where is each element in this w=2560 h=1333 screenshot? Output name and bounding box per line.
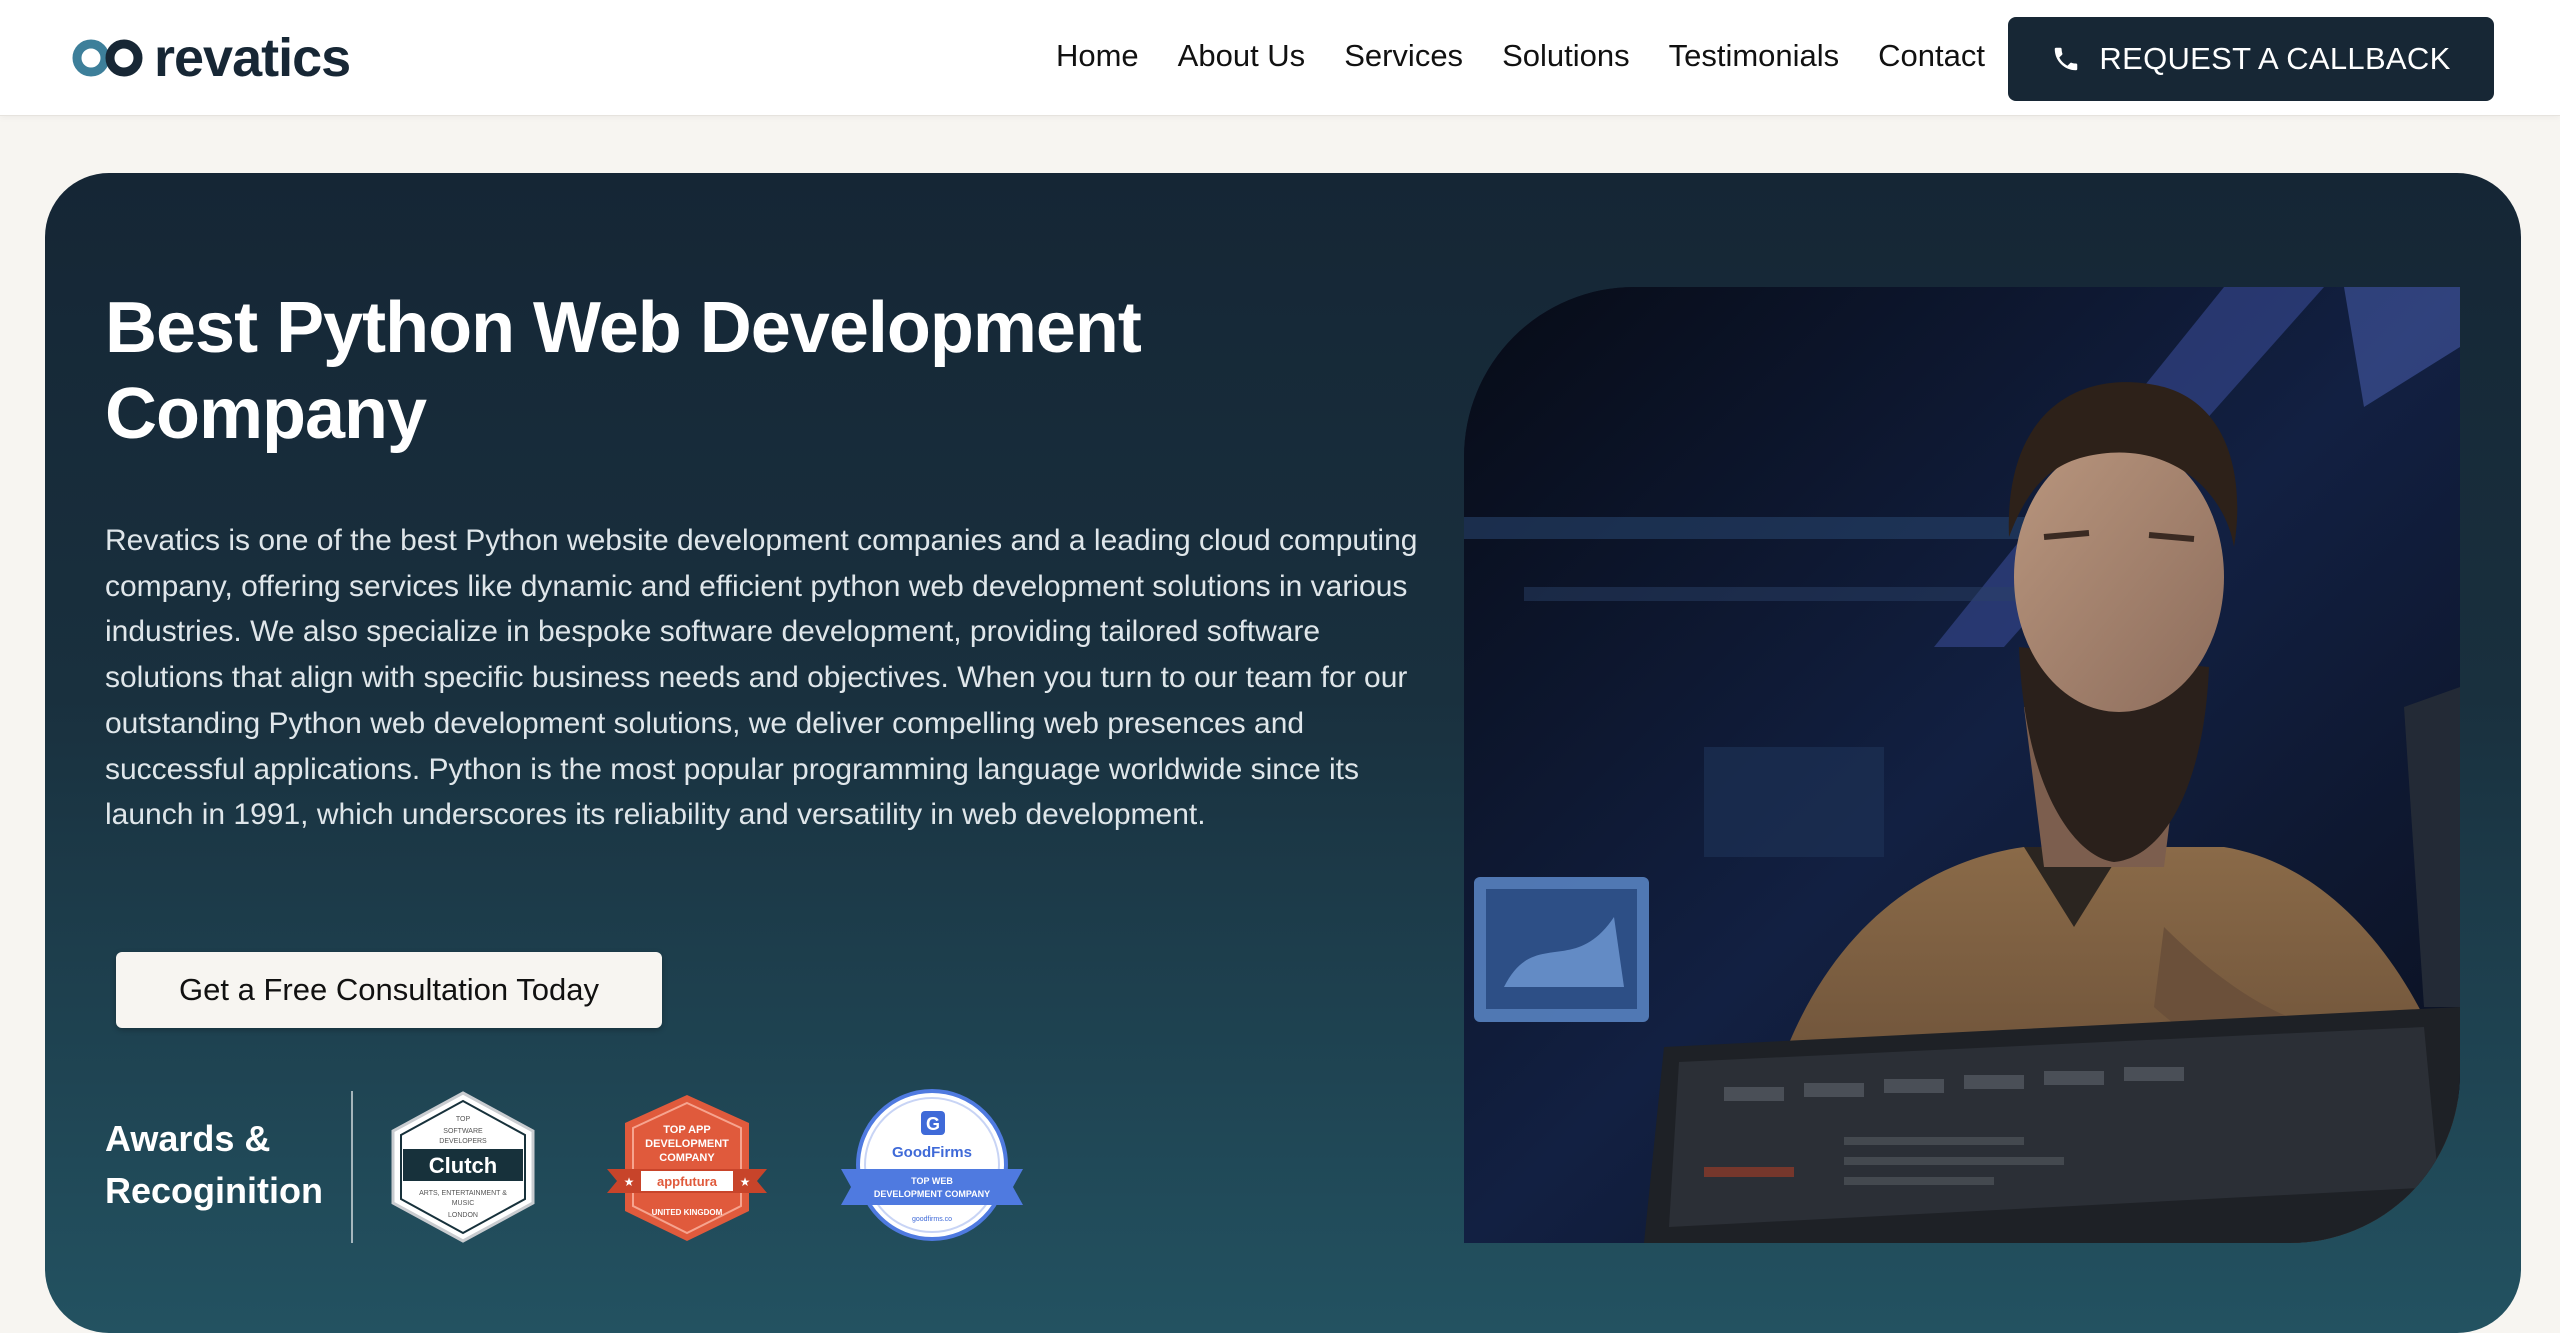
request-callback-label: REQUEST A CALLBACK <box>2099 41 2451 76</box>
svg-text:appfutura: appfutura <box>657 1174 718 1189</box>
revatics-logo[interactable]: revatics <box>72 28 351 88</box>
hero-section: Best Python Web Development Company Reva… <box>45 173 2521 1333</box>
free-consultation-button[interactable]: Get a Free Consultation Today <box>116 952 662 1028</box>
site-header: revatics Home About Us Services Solution… <box>0 0 2560 116</box>
svg-text:DEVELOPMENT COMPANY: DEVELOPMENT COMPANY <box>874 1189 990 1199</box>
svg-text:LONDON: LONDON <box>448 1212 478 1219</box>
appfutura-badge-graphic: TOP APP DEVELOPMENT COMPANY appfutura ★ … <box>607 1095 767 1241</box>
awards-divider <box>351 1091 353 1243</box>
nav-home[interactable]: Home <box>1056 38 1139 74</box>
svg-text:GoodFirms: GoodFirms <box>892 1144 972 1161</box>
appfutura-badge[interactable]: TOP APP DEVELOPMENT COMPANY appfutura ★ … <box>607 1093 767 1243</box>
nav-solutions[interactable]: Solutions <box>1502 38 1630 74</box>
page-title: Best Python Web Development Company <box>105 288 1142 454</box>
svg-text:TOP APP: TOP APP <box>663 1124 710 1136</box>
svg-text:DEVELOPERS: DEVELOPERS <box>439 1138 487 1145</box>
clutch-badge-graphic: TOP SOFTWARE DEVELOPERS Clutch ARTS, ENT… <box>391 1091 535 1243</box>
svg-text:★: ★ <box>624 1175 635 1189</box>
infinity-loop-icon <box>72 39 143 77</box>
nav-testimonials[interactable]: Testimonials <box>1669 38 1840 74</box>
phone-icon <box>2055 47 2078 71</box>
goodfirms-badge-graphic: G GoodFirms TOP WEB DEVELOPMENT COMPANY … <box>841 1089 1023 1241</box>
svg-text:★: ★ <box>740 1175 751 1189</box>
svg-text:MUSIC: MUSIC <box>452 1200 475 1207</box>
main-nav: Home About Us Services Solutions Testimo… <box>1056 38 1985 74</box>
developer-illustration <box>1464 287 2460 1243</box>
request-callback-button[interactable]: REQUEST A CALLBACK <box>2008 17 2494 101</box>
svg-text:ARTS, ENTERTAINMENT &: ARTS, ENTERTAINMENT & <box>419 1190 507 1197</box>
nav-contact[interactable]: Contact <box>1878 38 1985 74</box>
logo-wordmark: revatics <box>154 28 351 88</box>
svg-text:Clutch: Clutch <box>429 1153 497 1178</box>
awards-heading: Awards & Recoginition <box>105 1118 323 1211</box>
svg-text:goodfirms.co: goodfirms.co <box>912 1216 952 1223</box>
svg-text:DEVELOPMENT: DEVELOPMENT <box>645 1138 729 1150</box>
svg-text:COMPANY: COMPANY <box>659 1152 715 1164</box>
hero-description: Revatics is one of the best Python websi… <box>105 524 1418 832</box>
nav-services[interactable]: Services <box>1344 38 1463 74</box>
svg-text:UNITED KINGDOM: UNITED KINGDOM <box>652 1208 723 1217</box>
svg-text:SOFTWARE: SOFTWARE <box>443 1128 483 1135</box>
svg-text:TOP: TOP <box>456 1116 471 1123</box>
goodfirms-badge[interactable]: G GoodFirms TOP WEB DEVELOPMENT COMPANY … <box>841 1089 1023 1245</box>
svg-text:G: G <box>926 1114 940 1134</box>
nav-about-us[interactable]: About Us <box>1178 38 1306 74</box>
developer-typing-at-computer-photo <box>1464 287 2460 1243</box>
svg-text:TOP WEB: TOP WEB <box>911 1176 953 1186</box>
clutch-badge[interactable]: TOP SOFTWARE DEVELOPERS Clutch ARTS, ENT… <box>389 1091 537 1243</box>
